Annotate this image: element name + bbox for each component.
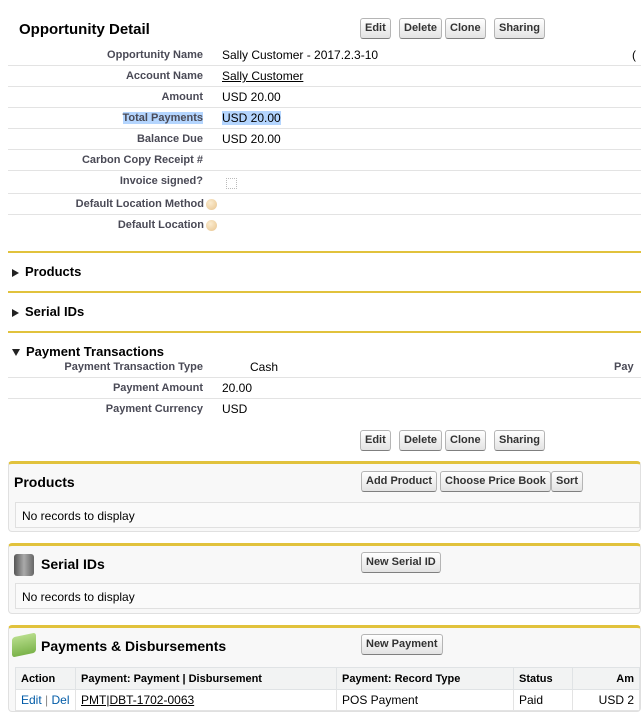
- sort-button[interactable]: Sort: [551, 471, 583, 492]
- expand-icon: [12, 308, 19, 317]
- money-icon: [12, 632, 36, 658]
- truncated-label: Pay: [614, 361, 634, 373]
- related-products: Products Add Product Choose Price Book S…: [8, 461, 641, 532]
- page-title: Opportunity Detail: [19, 21, 150, 38]
- help-icon[interactable]: [206, 219, 217, 231]
- field-account-name: Account Name Sally Customer: [8, 66, 641, 87]
- field-value: Cash: [250, 360, 279, 374]
- field-label: Opportunity Name: [107, 49, 203, 61]
- field-total-payments: Total Payments USD 20.00: [8, 108, 641, 129]
- col-payment[interactable]: Payment: Payment | Disbursement: [75, 667, 337, 690]
- invoice-checkbox: [226, 178, 237, 189]
- field-default-location-method: Default Location Method: [8, 194, 641, 215]
- related-title: Payments & Disbursements: [41, 638, 227, 654]
- clone-button[interactable]: Clone: [445, 18, 486, 39]
- field-value: USD 20.00: [222, 132, 281, 146]
- truncated-text: (: [632, 48, 636, 62]
- field-label: Carbon Copy Receipt #: [81, 154, 203, 166]
- field-label: Amount: [161, 91, 203, 103]
- field-value: USD: [222, 402, 248, 416]
- col-action: Action: [15, 667, 76, 690]
- col-amount[interactable]: Am: [572, 667, 640, 690]
- clone-button-bottom[interactable]: Clone: [445, 430, 486, 451]
- edit-link[interactable]: Edit: [21, 693, 42, 707]
- field-amount: Amount USD 20.00: [8, 87, 641, 108]
- section-serial-ids[interactable]: Serial IDs: [8, 291, 641, 331]
- status: Paid: [513, 689, 573, 711]
- payment-link[interactable]: PMT|DBT-1702-0063: [81, 693, 194, 707]
- field-carbon-copy: Carbon Copy Receipt #: [8, 150, 641, 171]
- field-label: Payment Currency: [105, 403, 203, 415]
- related-title: Serial IDs: [41, 556, 105, 572]
- field-value: Sally Customer - 2017.2.3-10: [222, 48, 379, 62]
- del-link[interactable]: Del: [52, 693, 70, 707]
- separator: |: [45, 693, 49, 707]
- label-text: Default Location: [117, 219, 204, 231]
- field-opportunity-name: Opportunity Name Sally Customer - 2017.2.…: [8, 45, 641, 66]
- field-value: 20.00: [222, 381, 253, 395]
- field-label: Account Name: [125, 70, 203, 82]
- expand-icon: [12, 268, 19, 277]
- field-balance-due: Balance Due USD 20.00: [8, 129, 641, 150]
- edit-button-bottom[interactable]: Edit: [360, 430, 391, 451]
- section-title: Products: [25, 264, 82, 279]
- field-value: USD 20.00: [222, 90, 281, 104]
- field-label: Balance Due: [136, 133, 203, 145]
- field-payment-currency: Payment Currency USD: [8, 399, 641, 420]
- col-record-type[interactable]: Payment: Record Type: [336, 667, 514, 690]
- field-label: Default Location Method: [76, 198, 217, 210]
- empty-message: No records to display: [15, 583, 640, 609]
- choose-price-book-button[interactable]: Choose Price Book: [440, 471, 551, 492]
- payments-table: Action Payment: Payment | Disbursement P…: [15, 667, 640, 711]
- amount: USD 2: [572, 689, 640, 711]
- empty-message: No records to display: [15, 502, 640, 528]
- field-invoice-signed: Invoice signed?: [8, 171, 641, 194]
- record-type: POS Payment: [336, 689, 514, 711]
- new-payment-button[interactable]: New Payment: [361, 634, 443, 655]
- edit-button[interactable]: Edit: [360, 18, 391, 39]
- field-label: Payment Transaction Type: [64, 361, 203, 373]
- account-link[interactable]: Sally Customer: [222, 69, 303, 83]
- new-serial-id-button[interactable]: New Serial ID: [361, 552, 441, 573]
- field-label: Default Location: [118, 219, 217, 231]
- field-label: Invoice signed?: [119, 175, 203, 187]
- related-payments: Payments & Disbursements New Payment Act…: [8, 625, 641, 712]
- section-title: Serial IDs: [25, 304, 85, 319]
- section-products[interactable]: Products: [8, 251, 641, 291]
- delete-button-bottom[interactable]: Delete: [399, 430, 443, 451]
- related-serial-ids: Serial IDs New Serial ID No records to d…: [8, 543, 641, 614]
- add-product-button[interactable]: Add Product: [361, 471, 437, 492]
- help-icon[interactable]: [206, 198, 217, 210]
- field-label: Payment Amount: [112, 382, 203, 394]
- related-title: Products: [14, 474, 75, 490]
- field-label: Total Payments: [122, 112, 203, 124]
- field-default-location: Default Location: [8, 215, 641, 236]
- label-text: Default Location Method: [75, 198, 204, 210]
- sharing-button[interactable]: Sharing: [494, 18, 545, 39]
- col-status[interactable]: Status: [513, 667, 573, 690]
- collapse-icon: [12, 349, 20, 357]
- delete-button[interactable]: Delete: [399, 18, 443, 39]
- field-payment-type: Payment Transaction Type Cash Pay: [8, 357, 641, 378]
- sharing-button-bottom[interactable]: Sharing: [494, 430, 545, 451]
- field-value: USD 20.00: [222, 111, 281, 125]
- serial-id-icon: [14, 554, 34, 576]
- field-payment-amount: Payment Amount 20.00: [8, 378, 641, 399]
- table-row: Edit | Del PMT|DBT-1702-0063 POS Payment…: [15, 689, 640, 711]
